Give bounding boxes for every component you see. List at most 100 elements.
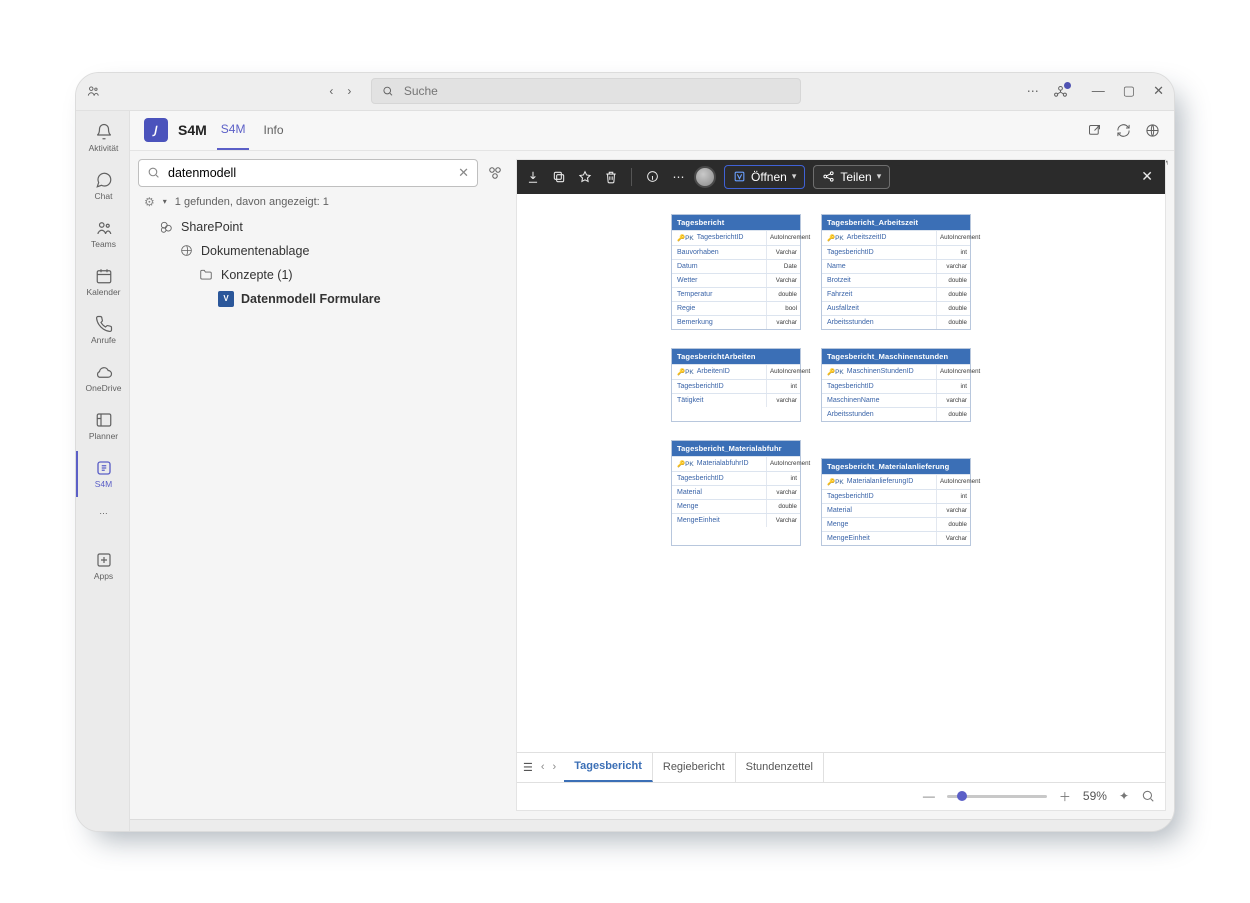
er-field-row: 🔑PKTagesberichtIDAutoIncrement: [672, 230, 800, 245]
tree-sharepoint[interactable]: SharePoint: [138, 215, 508, 239]
er-field-row: Brotzeitdouble: [822, 273, 970, 287]
fit-width-icon[interactable]: [1141, 789, 1155, 803]
zoom-in-icon[interactable]: ＋: [1059, 788, 1071, 805]
download-icon[interactable]: [525, 169, 540, 184]
rail-activity-label: Aktivität: [89, 143, 119, 153]
global-search[interactable]: [371, 78, 801, 104]
tree-sharepoint-label: SharePoint: [181, 220, 243, 234]
rail-teams[interactable]: Teams: [76, 211, 130, 257]
preview-canvas[interactable]: Tagesbericht🔑PKTagesberichtIDAutoIncreme…: [517, 194, 1165, 752]
rail-planner[interactable]: Planner: [76, 403, 130, 449]
tree-folder-konzepte[interactable]: Konzepte (1): [138, 263, 508, 287]
rail-s4m-label: S4M: [95, 479, 112, 489]
er-field-row: 🔑PKMaterialanlieferungIDAutoIncrement: [822, 474, 970, 489]
er-field-row: Arbeitsstundendouble: [822, 407, 970, 421]
sheet-tab-3[interactable]: Stundenzettel: [736, 753, 824, 782]
rail-s4m[interactable]: S4M: [76, 451, 130, 497]
er-table: Tagesbericht🔑PKTagesberichtIDAutoIncreme…: [671, 214, 801, 330]
rail-onedrive-label: OneDrive: [86, 383, 122, 393]
share-button-label: Teilen: [840, 170, 871, 184]
refresh-icon[interactable]: [1116, 123, 1131, 138]
er-field-row: Temperaturdouble: [672, 287, 800, 301]
maximize-icon[interactable]: ▢: [1123, 83, 1135, 99]
toolbar-more-icon[interactable]: ⋯: [671, 169, 686, 184]
preview: ⋯ Öffnen ▾ Teilen ▾: [516, 159, 1166, 811]
zoom-slider[interactable]: [947, 795, 1047, 798]
tree-doclib[interactable]: Dokumentenablage: [138, 239, 508, 263]
rail-calls[interactable]: Anrufe: [76, 307, 130, 353]
app-name: S4M: [178, 122, 207, 138]
pages-menu-icon[interactable]: ☰: [523, 761, 541, 774]
info-icon[interactable]: [645, 169, 660, 184]
chevron-down-icon: ▾: [792, 171, 797, 182]
sheet-tab-2[interactable]: Regiebericht: [653, 753, 736, 782]
tree-file-label: Datenmodell Formulare: [241, 292, 381, 306]
rail-activity[interactable]: Aktivität: [76, 115, 130, 161]
rail-teams-label: Teams: [91, 239, 116, 249]
er-field-row: MengeEinheitVarchar: [822, 531, 970, 545]
tab-s4m[interactable]: S4M: [217, 110, 250, 150]
search-icon: [382, 85, 393, 97]
search-icon: [147, 166, 160, 179]
copy-icon[interactable]: [551, 169, 566, 184]
sheet-nav: ‹ ›: [541, 761, 564, 773]
gear-icon[interactable]: ⚙: [144, 195, 155, 209]
filter-icon[interactable]: [486, 164, 508, 182]
nav-forward-icon[interactable]: ›: [347, 84, 351, 98]
er-table: Tagesbericht_Arbeitszeit🔑PKArbeitszeitID…: [821, 214, 971, 330]
share-icon: [822, 170, 835, 183]
nav-back-icon[interactable]: ‹: [329, 84, 333, 98]
horizontal-scrollbar[interactable]: [130, 819, 1174, 831]
favorite-icon[interactable]: [577, 169, 592, 184]
sheet-tab-1[interactable]: Tagesbericht: [564, 753, 653, 782]
rail-calls-label: Anrufe: [91, 335, 116, 345]
tree-file-datenmodell[interactable]: V Datenmodell Formulare: [138, 287, 508, 311]
sheet-prev-icon[interactable]: ‹: [541, 761, 545, 773]
er-field-row: Bemerkungvarchar: [672, 315, 800, 329]
sheet-tab-bar: ☰ ‹ › Tagesbericht Regiebericht Stundenz…: [517, 752, 1165, 782]
rail-apps[interactable]: Apps: [76, 543, 130, 589]
dropdown-caret-icon[interactable]: ▾: [163, 197, 167, 206]
clear-search-icon[interactable]: ✕: [458, 165, 469, 181]
close-icon[interactable]: ✕: [1153, 83, 1164, 99]
search-box[interactable]: ✕: [138, 159, 478, 187]
globe-icon[interactable]: [1145, 123, 1160, 138]
minimize-icon[interactable]: —: [1092, 83, 1105, 99]
presence-avatar[interactable]: [694, 166, 716, 188]
tab-info[interactable]: Info: [259, 110, 287, 150]
er-table-title: Tagesbericht_Materialabfuhr: [672, 441, 800, 456]
search-pane: ✕ ⚙ ▾ 1 gefunden, davon angezeigt: 1: [138, 159, 508, 811]
rail-planner-label: Planner: [89, 431, 118, 441]
search-input[interactable]: [166, 165, 452, 181]
close-preview-icon[interactable]: ✕: [1137, 168, 1157, 185]
er-table: Tagesbericht_Materialanlieferung🔑PKMater…: [821, 458, 971, 546]
open-button[interactable]: Öffnen ▾: [724, 165, 805, 189]
popout-icon[interactable]: [1087, 123, 1102, 138]
rail-chat[interactable]: Chat: [76, 163, 130, 209]
more-icon[interactable]: ⋯: [1027, 84, 1039, 98]
share-button[interactable]: Teilen ▾: [813, 165, 890, 189]
global-search-input[interactable]: [402, 83, 791, 99]
titlebar: ‹ › ⋯ — ▢ ✕: [76, 73, 1174, 111]
org-icon[interactable]: [1053, 84, 1068, 99]
er-field-row: Mengedouble: [672, 499, 800, 513]
fit-page-icon[interactable]: ✦: [1119, 789, 1129, 803]
delete-icon[interactable]: [603, 169, 618, 184]
zoom-out-icon[interactable]: —: [923, 789, 935, 803]
result-count: ⚙ ▾ 1 gefunden, davon angezeigt: 1: [138, 193, 508, 215]
er-table-title: TagesberichtArbeiten: [672, 349, 800, 364]
body: Aktivität Chat Teams Kalender Anrufe One…: [76, 111, 1174, 831]
er-table-title: Tagesbericht_Maschinenstunden: [822, 349, 970, 364]
rail-onedrive[interactable]: OneDrive: [76, 355, 130, 401]
content: ✕ ⚙ ▾ 1 gefunden, davon angezeigt: 1: [130, 151, 1174, 819]
history-nav: ‹ ›: [329, 84, 351, 98]
er-field-row: BauvorhabenVarchar: [672, 245, 800, 259]
zoom-bar: — ＋ 59% ✦: [517, 782, 1165, 810]
visio-open-icon: [733, 170, 746, 183]
er-field-row: DatumDate: [672, 259, 800, 273]
chevron-down-icon: ▾: [877, 171, 882, 182]
rail-calendar[interactable]: Kalender: [76, 259, 130, 305]
er-table-title: Tagesbericht_Materialanlieferung: [822, 459, 970, 474]
sheet-next-icon[interactable]: ›: [553, 761, 557, 773]
rail-more[interactable]: ⋯: [76, 499, 130, 529]
